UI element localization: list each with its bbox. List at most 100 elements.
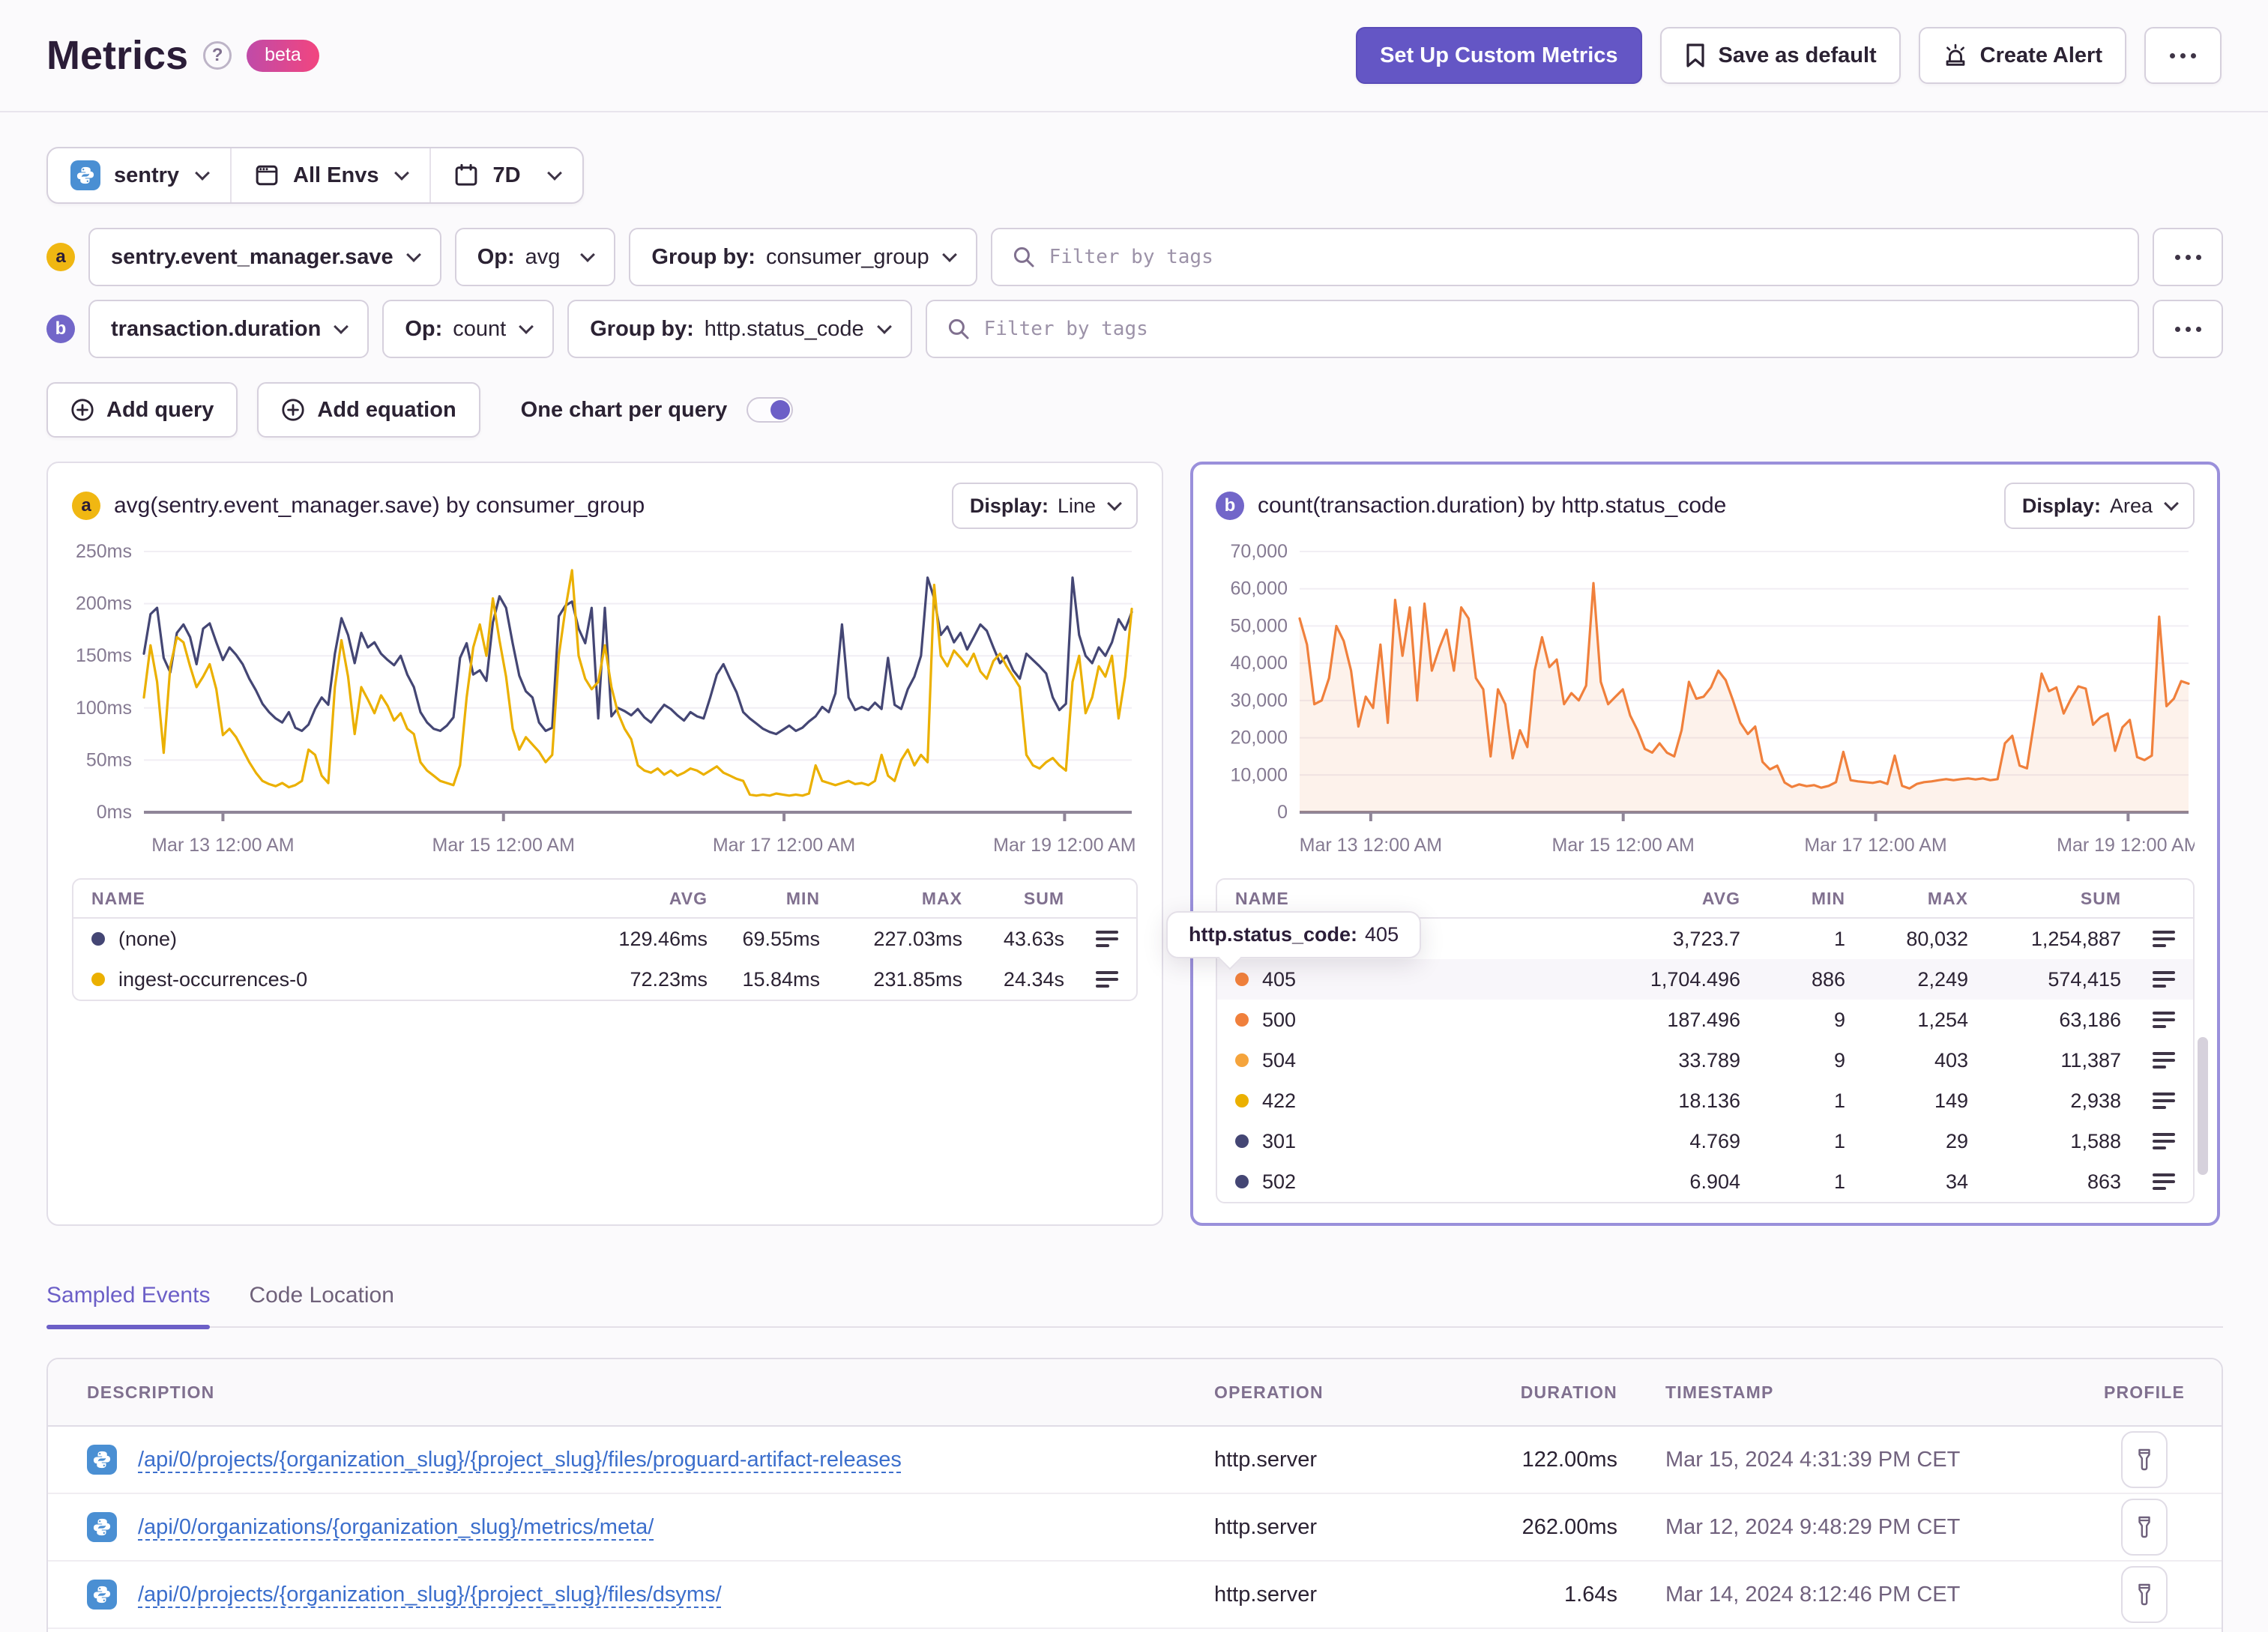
chevron-down-icon [876, 319, 892, 334]
series-row[interactable]: 504 33.789 9 403 11,387 [1217, 1040, 2193, 1081]
header-overflow-button[interactable] [2144, 27, 2222, 84]
series-sum: 574,415 [2048, 967, 2121, 991]
help-icon[interactable]: ? [203, 41, 232, 70]
focus-series-icon[interactable] [2153, 1012, 2175, 1028]
focus-series-icon[interactable] [2153, 1052, 2175, 1069]
tag-filter-a[interactable] [990, 228, 2139, 286]
save-as-default-button[interactable]: Save as default [1659, 27, 1901, 84]
create-alert-button[interactable]: Create Alert [1918, 27, 2126, 84]
project-selector[interactable]: sentry [48, 148, 230, 202]
series-row[interactable]: 502 6.904 1 34 863 [1217, 1161, 2193, 1202]
col-sum: SUM [2080, 888, 2121, 908]
series-row[interactable]: ingest-occurrences-0 72.23ms 15.84ms 231… [73, 959, 1136, 1000]
series-sum: 2,938 [2070, 1089, 2121, 1112]
event-row: /api/0/projects/{organization_slug}/{pro… [48, 1427, 2222, 1494]
line-chart-a[interactable]: 0ms 50ms 100ms 150ms 200ms 250ms Mar 13 12:00 … [72, 537, 1138, 860]
profile-button[interactable] [2121, 1499, 2168, 1556]
series-min: 9 [1833, 1048, 1845, 1072]
display-type-select-a[interactable]: Display: Line [951, 483, 1138, 529]
focus-series-icon[interactable] [2153, 971, 2175, 988]
page-header: Metrics ? beta Set Up Custom Metrics Sav… [0, 0, 2268, 112]
series-max: 227.03ms [873, 927, 962, 950]
chevron-down-icon [580, 247, 596, 262]
focus-series-icon[interactable] [1096, 931, 1118, 947]
svg-text:10,000: 10,000 [1231, 764, 1288, 785]
display-value: Line [1057, 494, 1096, 517]
one-chart-per-query-label: One chart per query [520, 397, 728, 422]
focus-series-icon[interactable] [2153, 931, 2175, 947]
focus-series-icon[interactable] [1096, 971, 1118, 988]
op-select-a[interactable]: Op: avg [454, 228, 616, 286]
col-min: MIN [785, 888, 820, 908]
beta-badge: beta [247, 39, 319, 72]
group-by-select-a[interactable]: Group by: consumer_group [629, 228, 977, 286]
focus-series-icon[interactable] [2153, 1133, 2175, 1149]
display-type-select-b[interactable]: Display: Area [2003, 483, 2195, 529]
chart-title-a: avg(sentry.event_manager.save) by consum… [114, 493, 645, 518]
query-row-b: b transaction.duration Op: count Group b… [46, 300, 2223, 358]
series-sum: 63,186 [2059, 1008, 2121, 1031]
profile-button[interactable] [2121, 1566, 2168, 1623]
flashlight-icon [2138, 1448, 2150, 1471]
metric-select-a[interactable]: sentry.event_manager.save [88, 228, 441, 286]
event-link[interactable]: /api/0/organizations/{organization_slug}… [138, 1515, 654, 1540]
tag-filter-input[interactable] [983, 318, 2118, 340]
tag-filter-b[interactable] [925, 300, 2139, 358]
series-row[interactable]: 422 18.136 1 149 2,938 [1217, 1081, 2193, 1121]
siren-icon [1946, 43, 1965, 66]
svg-text:50,000: 50,000 [1231, 615, 1288, 636]
tag-filter-input[interactable] [1049, 246, 2118, 268]
tab-sampled-events[interactable]: Sampled Events [46, 1283, 211, 1329]
op-select-b[interactable]: Op: count [382, 300, 555, 358]
chart-panel-a: a avg(sentry.event_manager.save) by cons… [46, 462, 1163, 1226]
tab-code-location[interactable]: Code Location [249, 1283, 393, 1326]
series-row[interactable]: 500 187.496 9 1,254 63,186 [1217, 1000, 2193, 1040]
flashlight-icon [2138, 1583, 2150, 1606]
python-platform-icon [87, 1580, 117, 1610]
series-name: ingest-occurrences-0 [118, 967, 308, 991]
create-alert-label: Create Alert [1979, 43, 2102, 67]
event-link[interactable]: /api/0/projects/{organization_slug}/{pro… [138, 1583, 722, 1607]
event-duration: 1.64s [1564, 1582, 1617, 1607]
query-overflow-button-a[interactable] [2153, 228, 2223, 286]
query-overflow-button-b[interactable] [2153, 300, 2223, 358]
svg-text:Mar 15 12:00 AM: Mar 15 12:00 AM [432, 835, 575, 856]
event-link[interactable]: /api/0/projects/{organization_slug}/{pro… [138, 1448, 902, 1472]
add-equation-button[interactable]: Add equation [257, 382, 480, 438]
svg-text:40,000: 40,000 [1231, 653, 1288, 674]
one-chart-per-query-toggle[interactable] [747, 397, 794, 423]
display-label: Display: [969, 494, 1049, 517]
series-max: 403 [1934, 1048, 1968, 1072]
series-sum: 43.63s [1003, 927, 1064, 950]
time-range-selector[interactable]: 7D [429, 148, 582, 202]
area-chart-b[interactable]: 0 10,000 20,000 30,000 40,000 50,000 60,000 70,… [1216, 537, 2195, 860]
bookmark-icon [1686, 43, 1704, 67]
series-avg: 33.789 [1678, 1048, 1740, 1072]
series-avg: 18.136 [1678, 1089, 1740, 1112]
environment-selector[interactable]: All Envs [230, 148, 429, 202]
group-by-select-b[interactable]: Group by: http.status_code [567, 300, 912, 358]
add-query-button[interactable]: Add query [46, 382, 238, 438]
series-max: 231.85ms [873, 967, 962, 991]
series-min: 69.55ms [742, 927, 820, 950]
focus-series-icon[interactable] [2153, 1092, 2175, 1109]
series-row[interactable]: 405 1,704.496 886 2,249 574,415 [1217, 959, 2193, 1000]
svg-text:70,000: 70,000 [1231, 541, 1288, 562]
save-as-default-label: Save as default [1718, 43, 1877, 67]
series-max: 1,254 [1917, 1008, 1968, 1031]
col-name: NAME [91, 888, 145, 908]
flashlight-icon [2138, 1516, 2150, 1538]
setup-custom-metrics-button[interactable]: Set Up Custom Metrics [1356, 27, 1642, 84]
series-min: 886 [1811, 967, 1845, 991]
chevron-down-icon [2164, 496, 2179, 511]
metric-name: sentry.event_manager.save [111, 244, 393, 269]
svg-text:60,000: 60,000 [1231, 578, 1288, 599]
col-description: DESCRIPTION [87, 1382, 215, 1402]
focus-series-icon[interactable] [2153, 1173, 2175, 1190]
profile-button[interactable] [2121, 1431, 2168, 1488]
series-row[interactable]: 301 4.769 1 29 1,588 [1217, 1121, 2193, 1161]
series-row[interactable]: (none) 129.46ms 69.55ms 227.03ms 43.63s [73, 919, 1136, 959]
calendar-icon [456, 163, 477, 186]
summary-table-scrollbar[interactable] [2198, 1037, 2208, 1175]
metric-select-b[interactable]: transaction.duration [88, 300, 370, 358]
